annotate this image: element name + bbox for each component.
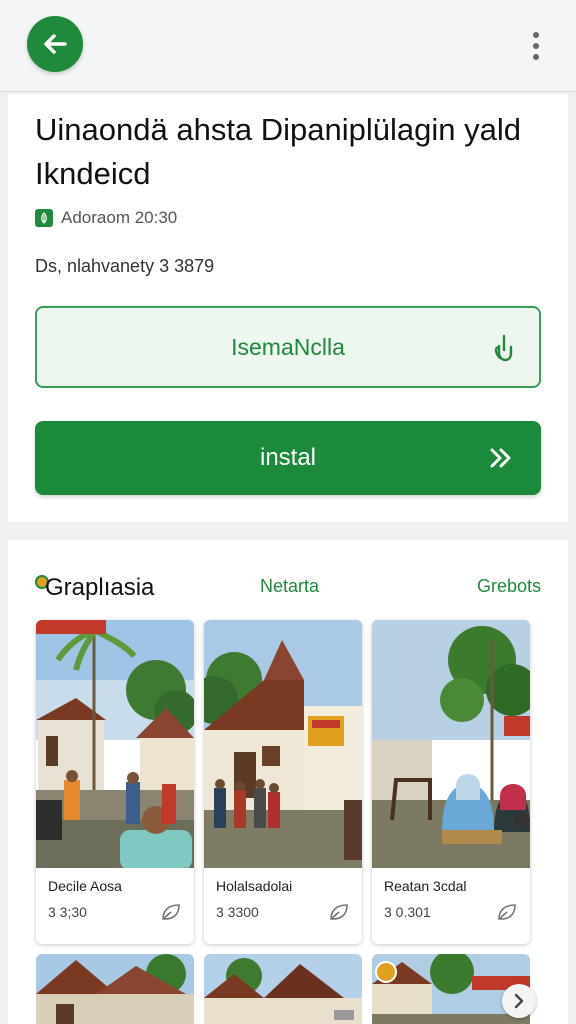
gallery-section: Graplıasia Netarta Grebots Decile Aosa 3… [8, 540, 568, 1024]
gallery-tile[interactable]: Decile Aosa 3 3;30 [36, 620, 194, 944]
section-title: Graplıasia [35, 574, 154, 602]
tile-count: 3 3;30 [48, 904, 87, 920]
gallery-photo [36, 620, 194, 868]
top-app-bar [0, 0, 576, 92]
tab-grebots[interactable]: Grebots [477, 576, 541, 597]
gallery-preview[interactable] [204, 954, 362, 1024]
gallery-photo [372, 620, 530, 868]
gallery-tile[interactable]: Holalsadolai 3 3300 [204, 620, 362, 944]
tab-netarta[interactable]: Netarta [260, 576, 319, 597]
double-chevron-right-icon [490, 448, 511, 468]
gallery-photo [204, 620, 362, 868]
tile-name: Decile Aosa [48, 878, 122, 894]
leaf-icon[interactable] [496, 902, 518, 922]
tile-name: Reatan 3cdal [384, 878, 467, 894]
tile-name: Holalsadolai [216, 878, 293, 894]
more-options-button[interactable] [522, 28, 550, 64]
verified-badge-icon [35, 209, 53, 227]
gallery-tile[interactable]: Reatan 3cdal 3 0.301 [372, 620, 530, 944]
app-details-card: Uinaondä ahsta Dipaniplülagin yald Iknde… [8, 94, 568, 522]
tile-count: 3 3300 [216, 904, 259, 920]
install-label: instal [259, 444, 317, 471]
back-button[interactable] [27, 16, 83, 72]
next-button[interactable] [502, 984, 536, 1018]
arrow-left-icon [44, 34, 67, 54]
secondary-action-button[interactable]: IsemaNclla [35, 306, 541, 388]
app-title: Uinaondä ahsta Dipaniplülagin yald Iknde… [35, 112, 522, 191]
meta-text: Adoraom 20:30 [61, 208, 178, 227]
touch-icon [494, 334, 513, 362]
leaf-icon[interactable] [160, 902, 182, 922]
install-button[interactable]: instal [35, 421, 541, 495]
subtitle-info: Ds, nlahvanety 3 3879 [35, 256, 215, 276]
leaf-icon[interactable] [328, 902, 350, 922]
more-vertical-icon [533, 32, 539, 38]
tile-count: 3 0.301 [384, 904, 431, 920]
meta-row: Adoraom 20:30 [35, 208, 177, 228]
chevron-right-icon [514, 993, 524, 1009]
section-title-text: Graplıasia [45, 574, 155, 601]
secondary-action-label: IsemaNclla [231, 333, 345, 360]
gallery-preview[interactable] [36, 954, 194, 1024]
